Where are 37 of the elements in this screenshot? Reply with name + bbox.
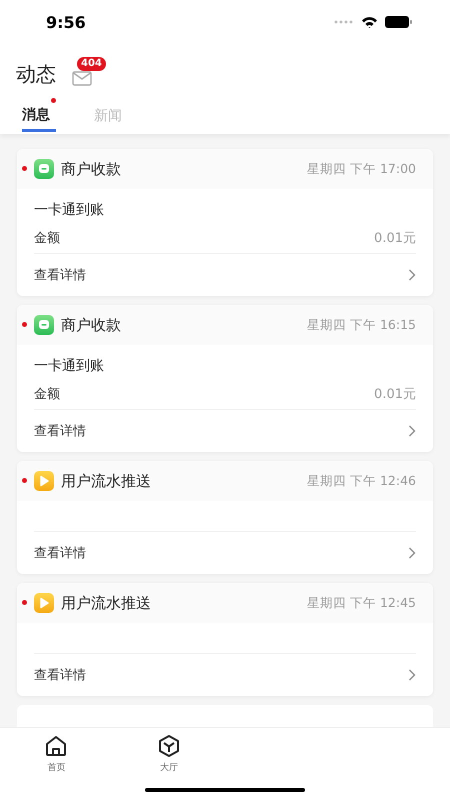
cube-icon bbox=[156, 734, 181, 758]
unread-count-badge: 404 bbox=[77, 57, 106, 71]
view-details-link[interactable]: 查看详情 bbox=[34, 531, 416, 574]
view-details-link[interactable]: 查看详情 bbox=[34, 409, 416, 452]
play-icon bbox=[34, 593, 54, 613]
signal-icon bbox=[334, 20, 354, 24]
chevron-right-icon bbox=[408, 547, 416, 559]
status-time: 9:56 bbox=[46, 12, 86, 32]
amount-label: 金额 bbox=[34, 386, 60, 403]
message-title: 商户收款 bbox=[61, 316, 122, 334]
amount-label: 金额 bbox=[34, 230, 60, 247]
chevron-right-icon bbox=[408, 269, 416, 281]
chevron-right-icon bbox=[408, 425, 416, 437]
amount-value: 0.01元 bbox=[374, 230, 416, 247]
message-title: 商户收款 bbox=[61, 160, 122, 178]
home-icon bbox=[44, 734, 68, 758]
wifi-icon bbox=[361, 16, 378, 28]
view-details-link[interactable]: 查看详情 bbox=[34, 253, 416, 296]
message-body: 一卡通到账 bbox=[34, 201, 105, 220]
view-details-link[interactable]: 查看详情 bbox=[34, 653, 416, 696]
mail-icon[interactable] bbox=[72, 71, 92, 86]
play-icon bbox=[34, 471, 54, 491]
message-time: 星期四 下午 12:45 bbox=[307, 594, 416, 612]
message-time: 星期四 下午 12:46 bbox=[307, 472, 416, 490]
amount-value: 0.01元 bbox=[374, 386, 416, 403]
message-time: 星期四 下午 16:15 bbox=[307, 316, 416, 334]
battery-icon bbox=[385, 16, 412, 28]
message-title: 用户流水推送 bbox=[61, 472, 152, 490]
tab-bar-item[interactable]: 首页 bbox=[0, 728, 112, 775]
chat-icon bbox=[34, 315, 54, 335]
message-time: 星期四 下午 17:00 bbox=[307, 160, 416, 178]
chevron-right-icon bbox=[408, 669, 416, 681]
page-title: 动态 bbox=[16, 61, 56, 88]
message-body: 一卡通到账 bbox=[34, 357, 105, 376]
tab-bar-item[interactable]: 大厅 bbox=[112, 728, 225, 775]
chat-icon bbox=[34, 159, 54, 179]
message-title: 用户流水推送 bbox=[61, 594, 152, 612]
